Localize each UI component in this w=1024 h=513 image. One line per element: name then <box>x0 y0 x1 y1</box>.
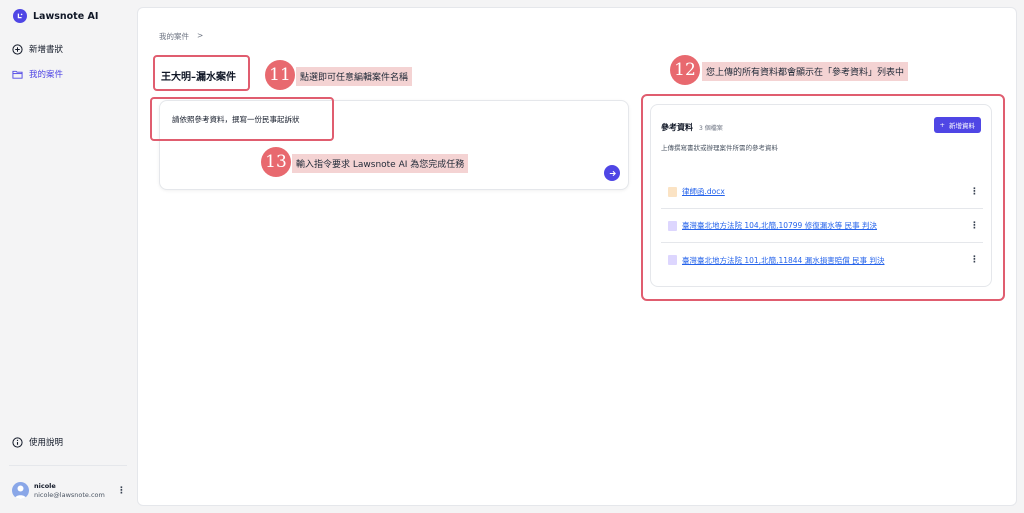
sidebar-item-my-cases[interactable]: 我的案件 <box>12 68 63 80</box>
prompt-highlight <box>150 97 334 141</box>
folder-icon <box>12 69 23 80</box>
brand[interactable]: Lawsnote AI <box>13 9 98 23</box>
case-title[interactable]: 王大明–漏水案件 <box>161 68 236 83</box>
list-item[interactable]: 律師函.docx ⋮ <box>661 175 983 209</box>
more-vertical-icon[interactable]: ⋮ <box>970 187 979 197</box>
user-profile[interactable]: nicole nicole@lawsnote.com ⋮ <box>12 482 126 499</box>
list-item[interactable]: 臺灣臺北地方法院 104,北簡,10799 修復漏水等 民事 判決 ⋮ <box>661 209 983 243</box>
callout-12: 您上傳的所有資料都會顯示在「參考資料」列表中 <box>702 62 909 81</box>
file-link[interactable]: 律師函.docx <box>682 186 725 197</box>
references-count: 3 個檔案 <box>699 125 723 132</box>
more-vertical-icon[interactable]: ⋮ <box>970 221 979 231</box>
callout-13: 輸入指令要求 Lawsnote AI 為您完成任務 <box>292 154 469 173</box>
info-icon <box>12 436 23 448</box>
chevron-right-icon: > <box>197 31 204 40</box>
step-badge-13: 13 <box>261 147 291 177</box>
send-button[interactable] <box>604 165 620 181</box>
file-link[interactable]: 臺灣臺北地方法院 104,北簡,10799 修復漏水等 民事 判決 <box>682 220 877 231</box>
sidebar-item-label: 新增書狀 <box>29 45 64 55</box>
breadcrumb-my-cases[interactable]: 我的案件 <box>159 31 189 42</box>
plus-circle-icon <box>12 43 23 55</box>
sidebar-item-label: 我的案件 <box>29 70 64 80</box>
more-vertical-icon[interactable]: ⋮ <box>970 255 979 265</box>
main-panel: 我的案件 > 王大明–漏水案件 11 點選即可任意編輯案件名稱 請依照參考資料，… <box>137 7 1017 506</box>
sidebar-item-help[interactable]: 使用說明 <box>12 436 63 448</box>
user-info: nicole nicole@lawsnote.com <box>34 482 117 499</box>
references-title: 參考資料 <box>661 123 693 132</box>
sidebar: Lawsnote AI 新增書狀 我的案件 使用說明 nicole nicole… <box>0 0 136 513</box>
list-item[interactable]: 臺灣臺北地方法院 101,北簡,11844 漏水損害賠償 民事 判決 ⋮ <box>661 243 983 277</box>
add-reference-button[interactable]: + 新增資料 <box>933 117 981 133</box>
app-name: Lawsnote AI <box>33 10 99 22</box>
add-reference-label: 新增資料 <box>949 122 975 130</box>
avatar <box>12 482 29 499</box>
references-card: 參考資料 3 個檔案 上傳撰寫書狀或辦理案件所需的參考資料 + 新增資料 律師函… <box>650 104 992 287</box>
user-name: nicole <box>34 482 56 490</box>
user-email: nicole@lawsnote.com <box>34 491 105 499</box>
pdf-file-icon <box>668 220 677 231</box>
step-badge-11: 11 <box>265 60 295 90</box>
callout-11: 點選即可任意編輯案件名稱 <box>296 67 413 86</box>
arrow-right-icon <box>609 170 616 176</box>
more-vertical-icon[interactable]: ⋮ <box>117 486 126 496</box>
pdf-file-icon <box>668 255 677 265</box>
sidebar-item-label: 使用說明 <box>29 438 64 448</box>
sidebar-divider <box>9 465 127 466</box>
references-list: 律師函.docx ⋮ 臺灣臺北地方法院 104,北簡,10799 修復漏水等 民… <box>661 175 983 277</box>
references-description: 上傳撰寫書狀或辦理案件所需的參考資料 <box>661 144 778 152</box>
doc-file-icon <box>668 186 677 197</box>
sidebar-item-new-brief[interactable]: 新增書狀 <box>12 43 63 55</box>
step-badge-12: 12 <box>670 55 700 85</box>
file-link[interactable]: 臺灣臺北地方法院 101,北簡,11844 漏水損害賠償 民事 判決 <box>682 255 884 266</box>
lawsnote-logo-icon <box>13 9 27 23</box>
plus-icon: + <box>939 121 945 129</box>
breadcrumb: 我的案件 > <box>159 31 203 42</box>
